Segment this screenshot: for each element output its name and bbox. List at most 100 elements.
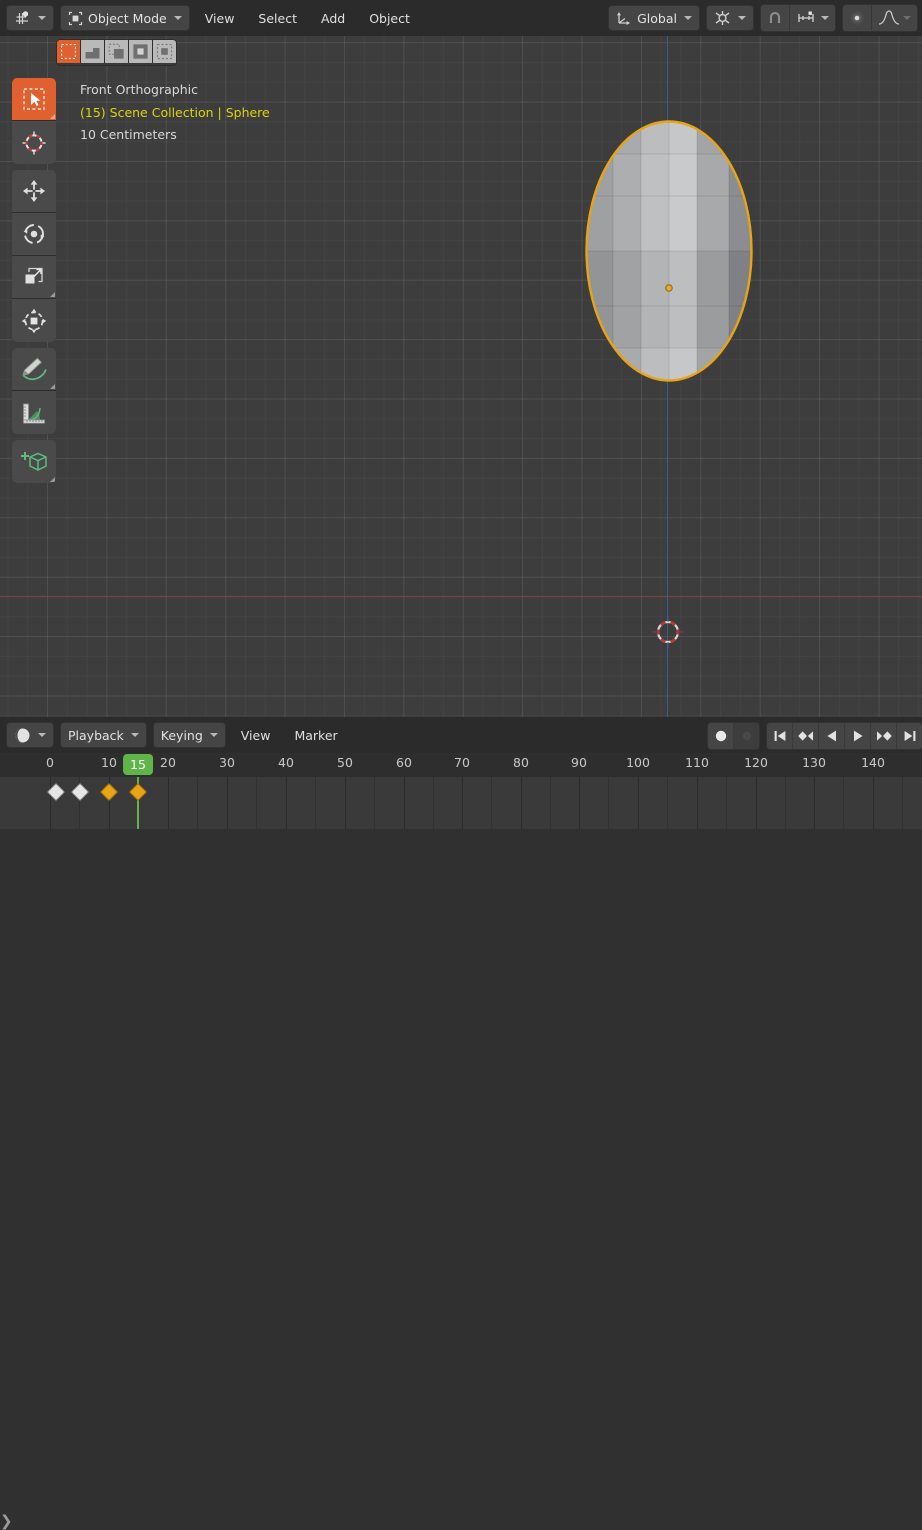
play-icon[interactable] — [845, 723, 871, 749]
toolbar-group-transform — [12, 170, 56, 342]
timeline-menu-keying[interactable]: Keying — [153, 722, 226, 748]
viewport-header: Object Mode View Select Add Object Globa… — [0, 0, 922, 36]
timeline-playback-label: Playback — [68, 728, 124, 743]
snapping-group[interactable] — [760, 4, 836, 32]
timeline-tick-90: 90 — [571, 755, 587, 770]
transform-orientation-label: Global — [637, 11, 677, 26]
viewport-toolbar — [12, 78, 56, 489]
jump-to-end-icon[interactable] — [897, 723, 922, 749]
timeline-tick-20: 20 — [160, 755, 176, 770]
tool-move[interactable] — [12, 170, 56, 213]
tool-cursor[interactable] — [12, 121, 56, 164]
timeline-tick-10: 10 — [101, 755, 117, 770]
timeline-gridline-minor — [843, 777, 844, 829]
timeline-gridline — [286, 777, 287, 829]
timeline-tick-120: 120 — [744, 755, 768, 770]
transform-orientation-selector[interactable]: Global — [608, 5, 700, 31]
timeline-keying-label: Keying — [161, 728, 203, 743]
menu-object[interactable]: Object — [360, 5, 419, 31]
tool-annotate[interactable] — [12, 348, 56, 391]
x-axis-line — [0, 596, 922, 597]
tool-measure[interactable] — [12, 391, 56, 434]
timeline-tick-50: 50 — [337, 755, 353, 770]
timeline-gridline — [50, 777, 51, 829]
timeline-expand-arrow[interactable]: ❯ — [0, 1512, 13, 1530]
timeline-keyframe-area[interactable] — [0, 777, 922, 829]
timeline-tick-140: 140 — [861, 755, 885, 770]
timeline-gridline — [756, 777, 757, 829]
timeline-ruler[interactable]: 010203040506070809010011012013014015 — [0, 753, 922, 777]
timeline-editor[interactable]: 010203040506070809010011012013014015 ❯ — [0, 753, 922, 829]
timeline-gridline — [404, 777, 405, 829]
tool-scale[interactable] — [12, 256, 56, 299]
timeline-gridline — [168, 777, 169, 829]
timeline-transport — [707, 722, 922, 750]
blender-window: Front Orthographic (15) Scene Collection… — [0, 0, 922, 829]
timeline-gridline-minor — [256, 777, 257, 829]
timeline-menu-view[interactable]: View — [232, 722, 280, 748]
timeline-tick-0: 0 — [46, 755, 54, 770]
keyframe-marker[interactable] — [100, 783, 118, 801]
next-keyframe-icon[interactable] — [871, 723, 897, 749]
proportional-editing-icon[interactable] — [843, 5, 872, 31]
keyframe-marker[interactable] — [71, 783, 89, 801]
timeline-gridline — [579, 777, 580, 829]
timeline-tick-70: 70 — [454, 755, 470, 770]
timeline-menu-playback[interactable]: Playback — [60, 722, 147, 748]
intersect-select-mode[interactable] — [153, 40, 176, 63]
extend-select-mode[interactable] — [105, 40, 129, 63]
play-reverse-icon[interactable] — [819, 723, 845, 749]
timeline-gridline-minor — [374, 777, 375, 829]
timeline-gridline-minor — [491, 777, 492, 829]
menu-select[interactable]: Select — [249, 5, 306, 31]
menu-view[interactable]: View — [196, 5, 244, 31]
object-mode-label: Object Mode — [88, 11, 167, 26]
object-origin-dot — [666, 285, 672, 291]
keyframe-marker[interactable] — [129, 783, 147, 801]
box-select-mode[interactable] — [81, 40, 105, 63]
object-mode-selector[interactable]: Object Mode — [60, 5, 190, 31]
timeline-gridline-minor — [433, 777, 434, 829]
falloff-curve-icon[interactable] — [872, 5, 917, 31]
toolbar-group-select — [12, 78, 56, 164]
menu-add[interactable]: Add — [312, 5, 354, 31]
tool-select-box[interactable] — [12, 78, 56, 121]
snap-magnet-icon[interactable] — [761, 5, 790, 31]
timeline-gridline — [227, 777, 228, 829]
timeline-gridline-minor — [197, 777, 198, 829]
timeline-tick-130: 130 — [802, 755, 826, 770]
sphere-object[interactable] — [583, 118, 755, 384]
timeline-gridline — [873, 777, 874, 829]
auto-keying-record-icon[interactable] — [708, 723, 734, 749]
timeline-tick-60: 60 — [396, 755, 412, 770]
select-mode-row — [56, 39, 177, 66]
auto-keying-options-icon[interactable] — [734, 723, 759, 749]
timeline-gridline-minor — [315, 777, 316, 829]
editor-timeline-icon[interactable] — [6, 722, 54, 748]
toolbar-group-add — [12, 440, 56, 483]
timeline-current-frame-label[interactable]: 15 — [123, 754, 153, 775]
snap-increment-icon[interactable] — [790, 5, 835, 31]
tweak-select-mode[interactable] — [57, 40, 81, 63]
tool-transform[interactable] — [12, 299, 56, 342]
proportional-editing-group[interactable] — [842, 4, 918, 32]
editor-3dview-icon[interactable] — [6, 5, 54, 31]
timeline-tick-110: 110 — [685, 755, 709, 770]
timeline-gridline-minor — [726, 777, 727, 829]
auto-keying-group — [707, 722, 760, 750]
pivot-point-selector[interactable] — [706, 5, 754, 31]
tool-rotate[interactable] — [12, 213, 56, 256]
pivot-point-icon — [714, 10, 731, 26]
playback-controls — [766, 722, 922, 750]
3d-viewport[interactable]: Front Orthographic (15) Scene Collection… — [0, 36, 922, 717]
timeline-menu-marker[interactable]: Marker — [285, 722, 346, 748]
timeline-gridline — [521, 777, 522, 829]
tool-add-cube[interactable] — [12, 440, 56, 483]
subtract-select-mode[interactable] — [129, 40, 153, 63]
timeline-header: Playback Keying View Marker — [0, 717, 922, 753]
prev-keyframe-icon[interactable] — [793, 723, 819, 749]
timeline-gridline-minor — [902, 777, 903, 829]
timeline-tick-30: 30 — [219, 755, 235, 770]
timeline-gridline-minor — [608, 777, 609, 829]
jump-to-start-icon[interactable] — [767, 723, 793, 749]
